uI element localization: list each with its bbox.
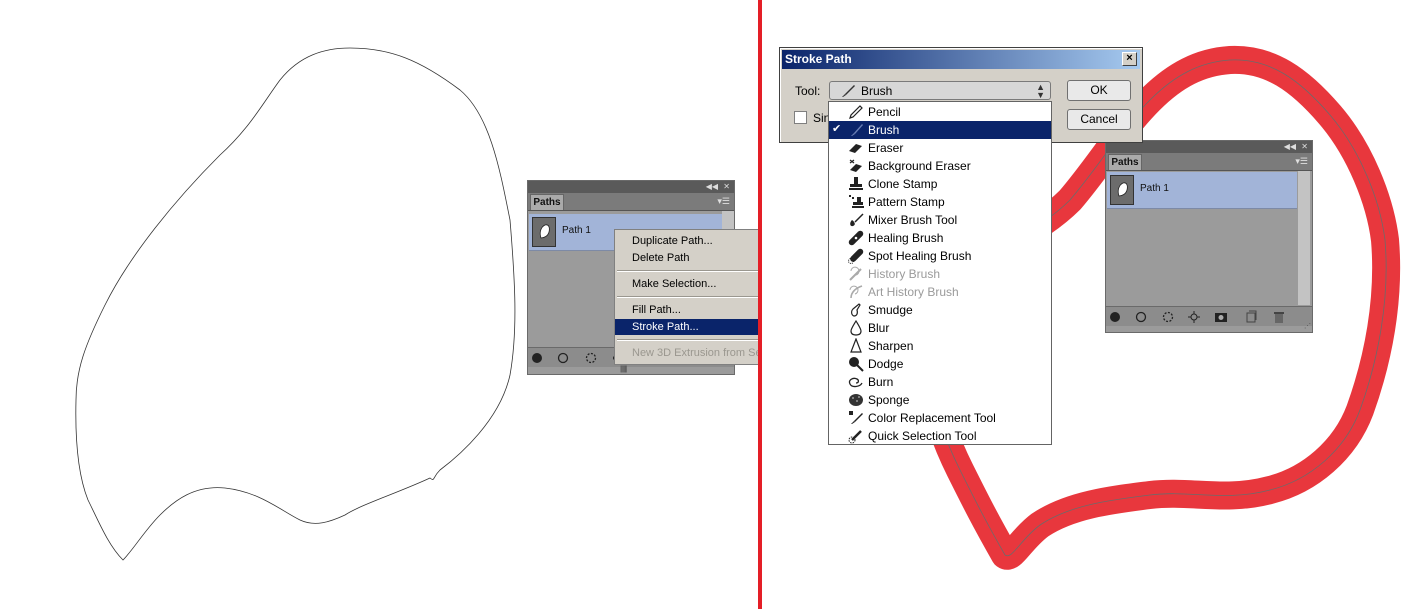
menu-item-make-selection[interactable]: Make Selection... (615, 276, 758, 292)
menu-separator (617, 296, 758, 298)
tool-option-sharpen[interactable]: Sharpen (829, 337, 1051, 355)
panel-menu-icon[interactable]: ▾☰ (717, 195, 730, 207)
trash-icon[interactable] (1272, 310, 1286, 324)
tool-option-spot-healing-brush[interactable]: Spot Healing Brush (829, 247, 1051, 265)
close-button[interactable]: × (1122, 52, 1137, 66)
fill-path-icon[interactable] (530, 351, 544, 365)
menu-item-duplicate-path[interactable]: Duplicate Path... (615, 233, 758, 249)
tool-option-background-eraser[interactable]: Background Eraser (829, 157, 1051, 175)
tool-dropdown-list: Pencil ✔ Brush Eraser Background Eraser … (828, 101, 1052, 445)
path-name: Path 1 (562, 225, 591, 236)
menu-separator (617, 339, 758, 341)
right-paths-panel: ◀◀ ✕ Paths ▾☰ Path 1 ⋰ (1105, 140, 1313, 333)
tool-option-pencil[interactable]: Pencil (829, 103, 1051, 121)
panel-bottom-bar (1106, 306, 1312, 326)
tool-option-burn[interactable]: Burn (829, 373, 1051, 391)
checkmark-icon: ✔ (832, 123, 842, 135)
tool-option-brush[interactable]: ✔ Brush (829, 121, 1051, 139)
tool-option-smudge[interactable]: Smudge (829, 301, 1051, 319)
tool-option-healing-brush[interactable]: Healing Brush (829, 229, 1051, 247)
add-mask-icon[interactable] (1214, 310, 1228, 324)
smudge-icon (851, 303, 861, 317)
path-name: Path 1 (1140, 183, 1169, 194)
close-icon[interactable]: ✕ (723, 181, 730, 193)
close-icon: × (1126, 52, 1133, 64)
panel-scrollbar[interactable] (1298, 171, 1310, 305)
path-thumbnail (532, 217, 556, 247)
mixer-brush-icon (850, 213, 864, 227)
tool-option-art-history-brush: Art History Brush (829, 283, 1051, 301)
ok-button[interactable]: OK (1067, 80, 1131, 101)
dialog-title: Stroke Path (785, 52, 852, 66)
menu-item-fill-path[interactable]: Fill Path... (615, 302, 758, 318)
tool-option-history-brush: History Brush (829, 265, 1051, 283)
updown-arrow-icon: ▲ ▼ (1036, 82, 1045, 100)
tool-option-dodge[interactable]: Dodge (829, 355, 1051, 373)
menu-item-stroke-path[interactable]: Stroke Path... (615, 319, 758, 335)
close-icon[interactable]: ✕ (1301, 141, 1308, 153)
tab-paths[interactable]: Paths (530, 194, 564, 210)
menu-separator (617, 270, 758, 272)
background-eraser-icon (849, 159, 862, 172)
tab-paths[interactable]: Paths (1108, 154, 1142, 170)
dialog-title-bar[interactable]: Stroke Path × (782, 50, 1140, 69)
new-path-icon[interactable] (1244, 310, 1258, 324)
panel-title-bar[interactable]: ◀◀ ✕ (528, 181, 734, 193)
tool-option-pattern-stamp[interactable]: Pattern Stamp (829, 193, 1051, 211)
healing-brush-icon (848, 230, 864, 246)
make-work-path-icon[interactable] (1187, 310, 1201, 324)
pencil-icon (849, 105, 863, 119)
pattern-stamp-icon (849, 195, 864, 208)
eraser-icon (849, 144, 862, 153)
brush-icon (851, 124, 863, 136)
tool-label: Tool: (795, 84, 821, 98)
clone-stamp-icon (849, 177, 863, 190)
art-history-brush-icon (849, 285, 863, 299)
history-brush-icon (849, 266, 862, 281)
fill-path-icon[interactable] (1108, 310, 1122, 324)
cancel-button[interactable]: Cancel (1067, 109, 1131, 130)
burn-icon (848, 377, 863, 388)
double-chevron-left-icon[interactable]: ◀◀ (1284, 141, 1296, 153)
simulate-pressure-checkbox[interactable] (794, 111, 807, 124)
left-path-outline (75, 47, 516, 561)
tool-select[interactable]: Brush ▲ ▼ (829, 81, 1051, 100)
path-context-menu: Duplicate Path... Delete Path Make Selec… (614, 229, 758, 365)
tool-select-value: Brush (861, 84, 893, 98)
tool-option-clone-stamp[interactable]: Clone Stamp (829, 175, 1051, 193)
panel-menu-icon[interactable]: ▾☰ (1295, 155, 1308, 167)
path-thumbnail (1110, 175, 1134, 205)
double-chevron-left-icon[interactable]: ◀◀ (706, 181, 718, 193)
brush-icon (842, 85, 855, 97)
stroke-path-icon[interactable] (1134, 310, 1148, 324)
panel-tab-row: Paths ▾☰ (528, 193, 734, 211)
sharpen-icon (850, 338, 862, 353)
tool-option-mixer-brush[interactable]: Mixer Brush Tool (829, 211, 1051, 229)
quick-selection-icon (848, 430, 862, 444)
tool-option-eraser[interactable]: Eraser (829, 139, 1051, 157)
dodge-icon (849, 357, 864, 372)
panel-tab-row: Paths ▾☰ (1106, 153, 1312, 171)
panel-resize-grip[interactable]: ⋰ (1304, 322, 1311, 330)
blur-icon (850, 320, 862, 336)
menu-item-delete-path[interactable]: Delete Path (615, 250, 758, 266)
path-row[interactable]: Path 1 (1107, 172, 1297, 209)
spot-healing-brush-icon (848, 248, 864, 264)
sponge-icon (849, 394, 863, 406)
tool-option-color-replacement[interactable]: Color Replacement Tool (829, 409, 1051, 427)
panel-resize-grip[interactable]: |||||||| (620, 366, 627, 373)
color-replacement-icon (849, 411, 863, 424)
load-selection-icon[interactable] (1161, 310, 1175, 324)
stroke-path-icon[interactable] (556, 351, 570, 365)
tool-option-quick-selection[interactable]: Quick Selection Tool (829, 427, 1051, 445)
tool-option-sponge[interactable]: Sponge (829, 391, 1051, 409)
tool-option-blur[interactable]: Blur (829, 319, 1051, 337)
menu-item-new-3d-extrusion: New 3D Extrusion from Se (632, 347, 758, 359)
load-selection-icon[interactable] (584, 351, 598, 365)
